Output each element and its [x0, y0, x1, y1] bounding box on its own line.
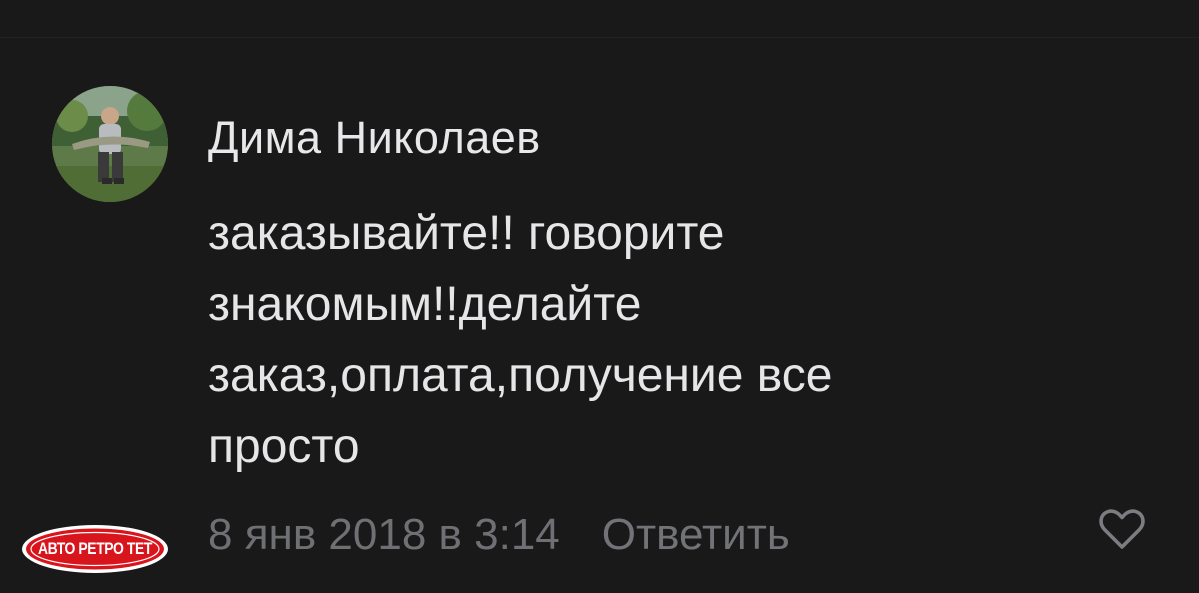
comment-timestamp: 8 янв 2018 в 3:14 [208, 510, 560, 559]
comment-text-line: заказ,оплата,получение все [208, 349, 833, 402]
like-button[interactable] [1096, 503, 1148, 555]
comment-text-line: заказывайте!! говорите [208, 207, 725, 260]
comment-text-line: знакомым!!делайте [208, 278, 642, 331]
comment-text: заказывайте!! говорите знакомым!!делайте… [208, 198, 1108, 482]
comment-item: Дима Николаев заказывайте!! говорите зна… [0, 0, 1199, 593]
watermark-text: АВТО РЕТРО ТЕТ [37, 539, 153, 558]
heart-outline-icon [1099, 509, 1145, 549]
author-name[interactable]: Дима Николаев [208, 111, 541, 165]
comment-footer: 8 янв 2018 в 3:14 Ответить [208, 505, 790, 565]
user-photo-avatar-icon [52, 86, 168, 202]
comment-text-line: просто [208, 420, 360, 473]
author-avatar[interactable] [52, 86, 168, 202]
reply-button[interactable]: Ответить [602, 510, 790, 560]
